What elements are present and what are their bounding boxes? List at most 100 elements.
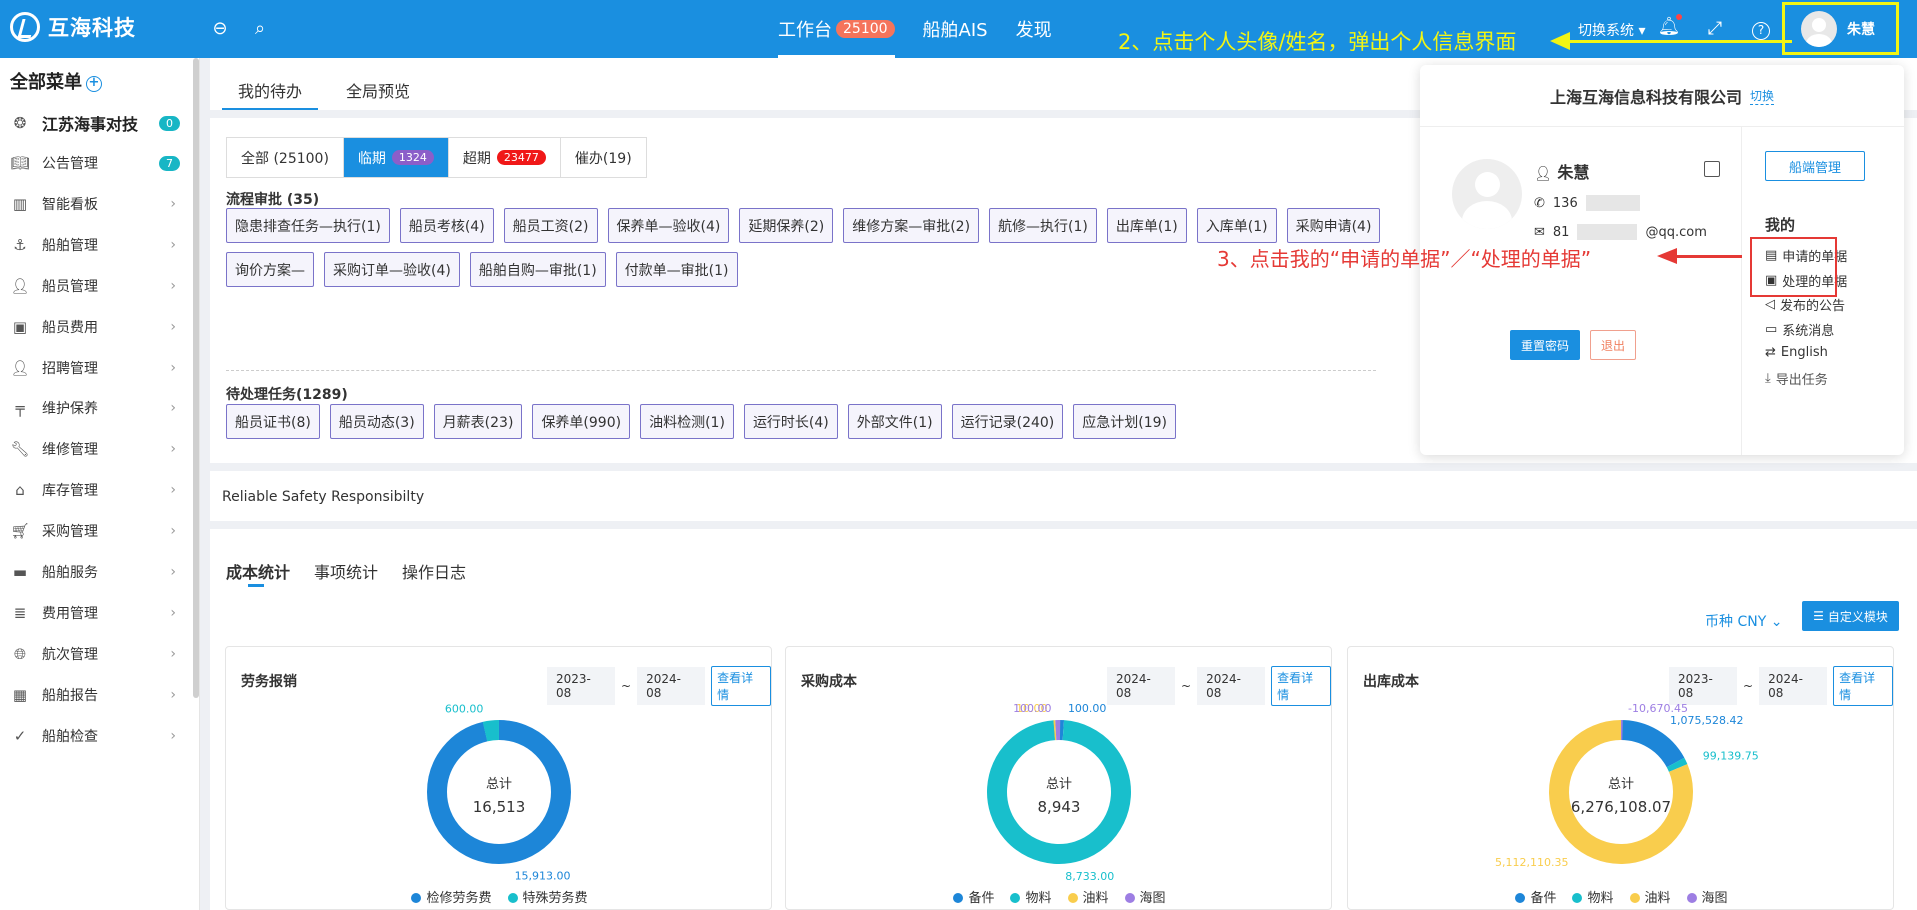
filter-overdue[interactable]: 超期 23477 (449, 138, 561, 177)
slice-label: 99,139.75 (1703, 750, 1759, 763)
donut-slice[interactable] (987, 720, 1131, 865)
edit-icon[interactable] (1704, 161, 1720, 177)
cost-card: 出库成本 2023-08 ~2024-08 查看详情 1,075,528.42 99,13… (1347, 646, 1894, 910)
filter-due-soon[interactable]: 临期 1324 (343, 138, 449, 177)
tab-cost-stats[interactable]: 成本统计 (226, 559, 290, 587)
menu-english[interactable]: ⇄ English (1765, 345, 1828, 360)
custom-module-button[interactable]: ☰ 自定义模块 (1802, 601, 1899, 631)
task-chip[interactable]: 采购申请(4) (1286, 208, 1381, 243)
task-chip[interactable]: 询价方案— (226, 252, 314, 287)
task-chip[interactable]: 外部文件(1) (847, 404, 942, 439)
task-chip[interactable]: 隐患排查任务—执行(1) (226, 208, 390, 243)
sidebar-scrollbar[interactable] (193, 58, 199, 698)
legend-item[interactable]: 油料 (1630, 887, 1671, 906)
logo-text: 互海科技 (48, 16, 136, 40)
profile-phone: ✆ 136 (1534, 195, 1640, 211)
nav-ais[interactable]: 船舶AIS (923, 0, 988, 58)
sidebar-item-1[interactable]: ▥ 智能看板 › (0, 184, 190, 224)
tab-my-todo[interactable]: 我的待办 (221, 78, 319, 110)
task-chip[interactable]: 船员动态(3) (329, 404, 424, 439)
logo[interactable]: 互海科技 (10, 12, 136, 42)
filter-all[interactable]: 全部 (25100) (227, 138, 344, 177)
sidebar-item-10[interactable]: ▬ 船舶服务 › (0, 552, 190, 592)
legend-item[interactable]: 海图 (1125, 887, 1166, 906)
task-chip[interactable]: 保养单(990) (532, 404, 631, 439)
tab-global-preview[interactable]: 全局预览 (346, 78, 410, 102)
sidebar-item-5[interactable]: 👤︎ 招聘管理 › (0, 348, 190, 388)
user-profile-button[interactable]: 朱慧 (1782, 2, 1899, 55)
sidebar-item-0[interactable]: 📖︎ 公告管理 7 (0, 143, 190, 183)
task-chip[interactable]: 船员工资(2) (503, 208, 598, 243)
sidebar-item-8[interactable]: ⌂ 库存管理 › (0, 470, 190, 510)
currency-select[interactable]: 币种 CNY ⌄ (1705, 611, 1782, 631)
task-chip[interactable]: 船员证书(8) (226, 404, 320, 439)
legend-item[interactable]: 油料 (1068, 887, 1109, 906)
menu-english-label: English (1780, 345, 1828, 360)
sidebar-item-label: 船员费用 (42, 319, 98, 336)
plus-icon[interactable]: + (86, 76, 102, 92)
task-chip[interactable]: 船员考核(4) (399, 208, 494, 243)
task-chip[interactable]: 采购订单—验收(4) (324, 252, 460, 287)
legend-item[interactable]: 特殊劳务费 (508, 887, 588, 906)
task-chip[interactable]: 付款单—审批(1) (615, 252, 738, 287)
donut-slice[interactable] (427, 720, 571, 864)
sidebar-item-6[interactable]: ╤ 维护保养 › (0, 388, 190, 428)
logout-button[interactable]: 退出 (1590, 330, 1636, 360)
annotation-arrow-red (1675, 255, 1742, 258)
legend-item[interactable]: 备件 (953, 887, 994, 906)
filter-urge-label: 催办(19) (574, 150, 632, 167)
sidebar-item-13[interactable]: ▦ 船舶报告 › (0, 675, 190, 715)
menu-export-tasks[interactable]: ⤓ 导出任务 (1765, 369, 1828, 388)
sidebar-item-9[interactable]: 🛒︎ 采购管理 › (0, 511, 190, 551)
legend-item[interactable]: 物料 (1572, 887, 1613, 906)
reset-password-button[interactable]: 重置密码 (1510, 330, 1580, 360)
card-title: 劳务报销 (241, 674, 297, 690)
sidebar-item-7[interactable]: 🔧︎ 维修管理 › (0, 429, 190, 469)
task-chip[interactable]: 月薪表(23) (433, 404, 523, 439)
search-icon[interactable]: ⌕ (247, 16, 273, 42)
task-chip[interactable]: 出库单(1) (1106, 208, 1187, 243)
phone-icon: ✆ (1534, 195, 1545, 211)
back-circle-icon[interactable]: ⊖ (207, 16, 233, 42)
tab-item-stats[interactable]: 事项统计 (314, 559, 378, 583)
sidebar-company[interactable]: ❂ 江苏海事对技 0 (0, 103, 190, 143)
switch-company-link[interactable]: 切换 (1750, 87, 1775, 105)
legend-item[interactable]: 物料 (1010, 887, 1051, 906)
sidebar: 全部菜单 + ❂ 江苏海事对技 0 📖︎ 公告管理 7 ▥ 智能看板 › ⚓︎ 船舶管理 › 👤︎ 船… (0, 58, 200, 910)
shore-manage-button[interactable]: 船端管理 (1765, 151, 1865, 181)
sidebar-item-11[interactable]: ≣ 费用管理 › (0, 593, 190, 633)
email-suffix: @qq.com (1645, 224, 1707, 240)
legend-item[interactable]: 检修劳务费 (411, 887, 491, 906)
task-chip[interactable]: 油料检测(1) (640, 404, 734, 439)
task-chip[interactable]: 船舶自购—审批(1) (469, 252, 606, 287)
sidebar-item-2[interactable]: ⚓︎ 船舶管理 › (0, 225, 190, 265)
nav-workbench[interactable]: 工作台 25100 (778, 0, 895, 58)
task-chip[interactable]: 延期保养(2) (739, 208, 834, 243)
sidebar-item-label: 维护保养 (42, 401, 98, 418)
task-chip[interactable]: 入库单(1) (1196, 208, 1277, 243)
task-chip[interactable]: 航修—执行(1) (989, 208, 1097, 243)
nav-discover[interactable]: 发现 (1016, 0, 1052, 58)
menu-published-notices[interactable]: ◁ 发布的公告 (1765, 295, 1845, 314)
help-icon[interactable]: ? (1748, 16, 1774, 42)
email-prefix: 81 (1552, 224, 1570, 240)
sidebar-item-4[interactable]: ▣ 船员费用 › (0, 307, 190, 347)
tab-operation-log[interactable]: 操作日志 (402, 559, 466, 583)
sidebar-item-12[interactable]: 🌐︎ 航次管理 › (0, 634, 190, 674)
sidebar-item-14[interactable]: ✓ 船舶检查 › (0, 716, 190, 756)
legend-item[interactable]: 备件 (1515, 887, 1556, 906)
filter-urge[interactable]: 催办(19) (561, 138, 646, 177)
task-chip[interactable]: 运行记录(240) (951, 404, 1064, 439)
task-chip[interactable]: 应急计划(19) (1073, 404, 1177, 439)
switch-system-dropdown[interactable]: 切换系统 ▾ (1578, 20, 1645, 40)
menu-system-messages[interactable]: ▭ 系统消息 (1765, 320, 1834, 339)
task-chip[interactable]: 运行时长(4) (743, 404, 838, 439)
sidebar-item-label: 智能看板 (42, 196, 98, 213)
task-chip[interactable]: 维修方案—审批(2) (843, 208, 980, 243)
chevron-right-icon: › (170, 195, 176, 212)
legend-item[interactable]: 海图 (1687, 887, 1728, 906)
fullscreen-icon[interactable]: ⤢ (1702, 16, 1728, 42)
task-chip[interactable]: 保养单—验收(4) (607, 208, 730, 243)
range-sep: ~ (1743, 679, 1754, 693)
sidebar-item-3[interactable]: 👤︎ 船员管理 › (0, 266, 190, 306)
